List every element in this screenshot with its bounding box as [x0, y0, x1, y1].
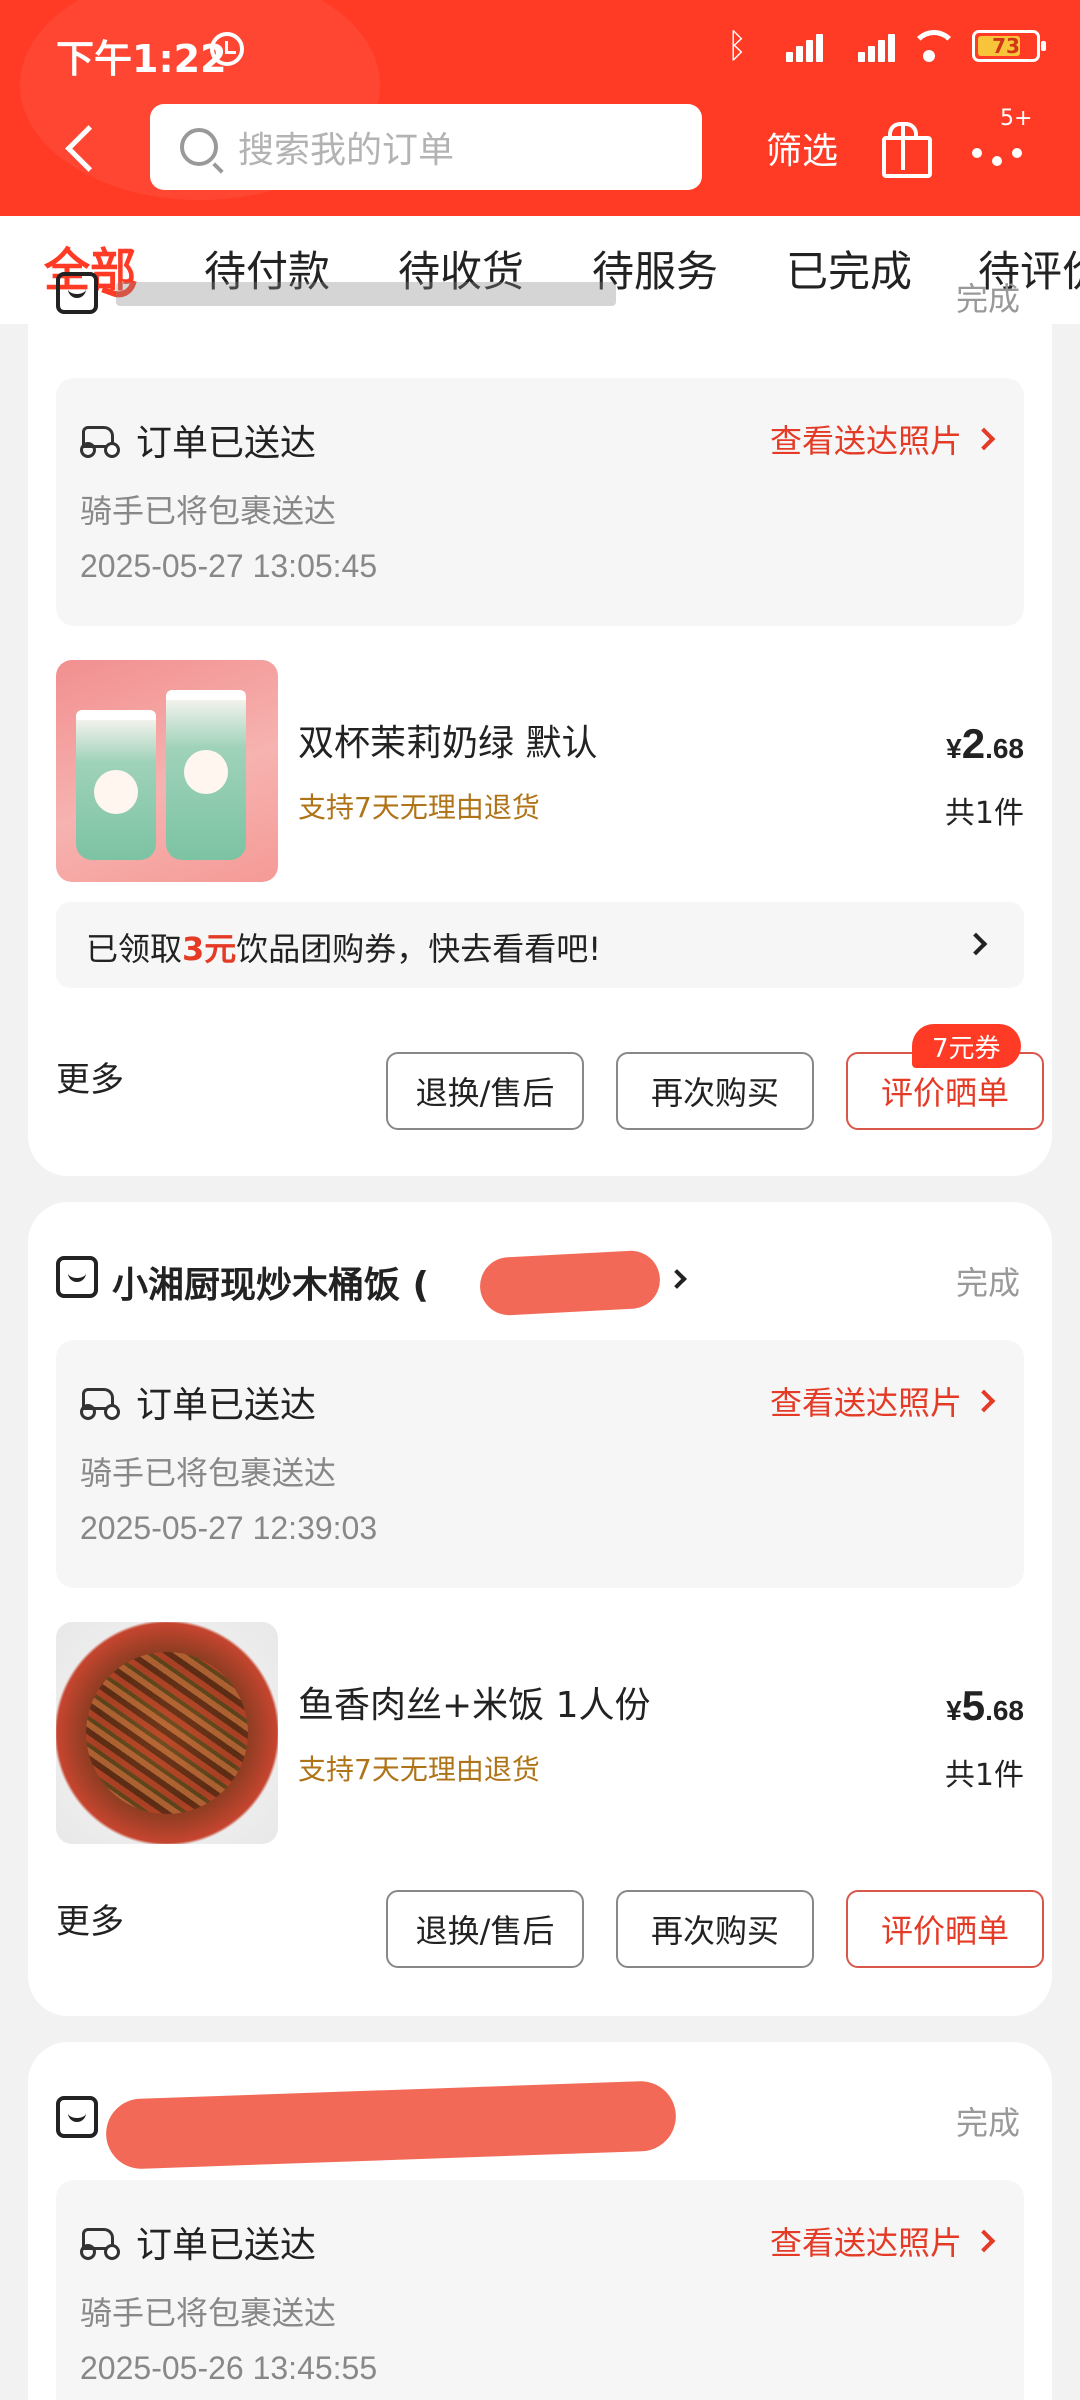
order-actions: 更多 退换/售后 再次购买 评价晒单 7元券 — [56, 1024, 1044, 1132]
coupon-banner[interactable]: 已领取3元饮品团购券，快去看看吧! — [56, 902, 1024, 988]
product-name: 鱼香肉丝+米饭 1人份 — [298, 1685, 651, 1726]
store-header[interactable]: 完成 — [56, 262, 1024, 332]
store-header[interactable]: 小湘厨现炒木桶饭 ( 完成 — [56, 1246, 1024, 1317]
status-time: 下午1:22 — [56, 37, 227, 81]
product-quantity: 共1件 — [944, 1758, 1024, 1793]
product-row[interactable]: 鱼香肉丝+米饭 1人份 支持7天无理由退货 ¥5.68 共1件 — [56, 1622, 1024, 1846]
order-status: 完成 — [955, 2104, 1020, 2142]
status-bar: 下午1:22 ᛒ 73 — [0, 0, 1080, 100]
message-count-badge: 5+ — [996, 106, 1037, 131]
delivery-title: 订单已送达 — [136, 2225, 317, 2266]
after-sale-button[interactable]: 退换/售后 — [386, 1052, 584, 1130]
scooter-icon — [80, 422, 120, 458]
more-button[interactable]: 更多 — [56, 1894, 124, 1943]
delivery-status-box[interactable]: 订单已送达 查看送达照片 骑手已将包裹送达 2025-05-27 12:39:0… — [56, 1340, 1024, 1588]
search-input[interactable]: 搜索我的订单 — [150, 104, 702, 190]
return-policy-tag: 支持7天无理由退货 — [298, 791, 540, 824]
return-policy-tag: 支持7天无理由退货 — [298, 1753, 540, 1786]
more-button[interactable]: 更多 — [56, 1052, 124, 1101]
chevron-right-icon — [964, 932, 988, 956]
search-placeholder: 搜索我的订单 — [238, 130, 455, 171]
delivery-time: 2025-05-26 13:45:55 — [80, 2350, 378, 2386]
battery-icon: 73 — [972, 30, 1046, 62]
product-image — [56, 660, 278, 882]
chevron-right-icon — [667, 1269, 687, 1289]
photo-link-label: 查看送达照片 — [769, 2224, 962, 2262]
order-card[interactable]: 完成 订单已送达 查看送达照片 骑手已将包裹送达 2025-05-26 13:4… — [28, 2042, 1052, 2400]
product-image — [56, 1622, 278, 1844]
store-name: 小湘厨现炒木桶饭 ( — [112, 1265, 429, 1306]
view-delivery-photo-link[interactable]: 查看送达照片 — [769, 2218, 996, 2264]
delivery-status-box[interactable]: 订单已送达 查看送达照片 骑手已将包裹送达 2025-05-27 13:05:4… — [56, 378, 1024, 626]
chevron-right-icon — [972, 427, 996, 451]
delivery-title: 订单已送达 — [136, 423, 317, 464]
signal-icon-2 — [836, 26, 896, 66]
store-icon — [56, 1256, 98, 1298]
signal-icon — [764, 26, 824, 66]
product-price: ¥2.68 — [946, 720, 1024, 767]
rebuy-button[interactable]: 再次购买 — [616, 1052, 814, 1130]
order-actions: 更多 退换/售后 再次购买 评价晒单 — [56, 1890, 1044, 1970]
redacted-area — [478, 1249, 662, 1317]
delivery-desc: 骑手已将包裹送达 — [80, 2294, 337, 2332]
back-icon[interactable] — [56, 122, 106, 176]
view-delivery-photo-link[interactable]: 查看送达照片 — [769, 416, 996, 462]
filter-button[interactable]: 筛选 — [766, 122, 838, 174]
chevron-right-icon — [972, 2229, 996, 2253]
wifi-icon — [908, 26, 958, 66]
search-icon — [180, 128, 218, 166]
delivery-time: 2025-05-27 13:05:45 — [80, 548, 378, 584]
order-card[interactable]: 完成 订单已送达 查看送达照片 骑手已将包裹送达 2025-05-27 13:0… — [28, 272, 1052, 1176]
after-sale-button[interactable]: 退换/售后 — [386, 1890, 584, 1968]
delivery-desc: 骑手已将包裹送达 — [80, 492, 337, 530]
scooter-icon — [80, 1384, 120, 1420]
delivery-status-box[interactable]: 订单已送达 查看送达照片 骑手已将包裹送达 2025-05-26 13:45:5… — [56, 2180, 1024, 2400]
order-card[interactable]: 小湘厨现炒木桶饭 ( 完成 订单已送达 查看送达照片 骑手已将包裹送达 2025… — [28, 1202, 1052, 2016]
battery-level: 73 — [992, 34, 1020, 58]
coupon-text: 已领取3元饮品团购券，快去看看吧! — [86, 930, 602, 968]
bluetooth-icon: ᛒ — [726, 26, 748, 66]
order-status: 完成 — [955, 1264, 1020, 1302]
delivery-desc: 骑手已将包裹送达 — [80, 1454, 337, 1492]
rebuy-button[interactable]: 再次购买 — [616, 1890, 814, 1968]
delivery-title: 订单已送达 — [136, 1385, 317, 1426]
product-price: ¥5.68 — [946, 1682, 1024, 1729]
product-quantity: 共1件 — [944, 796, 1024, 831]
coupon-badge: 7元券 — [912, 1024, 1021, 1068]
store-icon — [56, 272, 98, 314]
review-button[interactable]: 评价晒单 — [846, 1890, 1044, 1968]
view-delivery-photo-link[interactable]: 查看送达照片 — [769, 1378, 996, 1424]
scooter-icon — [80, 2224, 120, 2260]
top-header: 下午1:22 ᛒ 73 搜索我的订单 筛选 5+ — [0, 0, 1080, 216]
photo-link-label: 查看送达照片 — [769, 1384, 962, 1422]
alarm-icon — [210, 32, 244, 66]
product-row[interactable]: 双杯茉莉奶绿 默认 支持7天无理由退货 ¥2.68 共1件 — [56, 660, 1024, 884]
status-icons: ᛒ 73 — [722, 26, 1046, 66]
nav-row: 搜索我的订单 筛选 5+ — [0, 100, 1080, 200]
store-icon — [56, 2096, 98, 2138]
redacted-area — [104, 2080, 678, 2170]
order-status: 完成 — [955, 280, 1020, 318]
more-menu-icon[interactable] — [968, 130, 1028, 170]
store-name-cut-off — [116, 282, 616, 306]
photo-link-label: 查看送达照片 — [769, 422, 962, 460]
chevron-right-icon — [972, 1389, 996, 1413]
gift-icon[interactable] — [880, 118, 932, 178]
store-header[interactable]: 完成 — [56, 2080, 1024, 2170]
product-name: 双杯茉莉奶绿 默认 — [298, 723, 598, 764]
delivery-time: 2025-05-27 12:39:03 — [80, 1510, 378, 1546]
